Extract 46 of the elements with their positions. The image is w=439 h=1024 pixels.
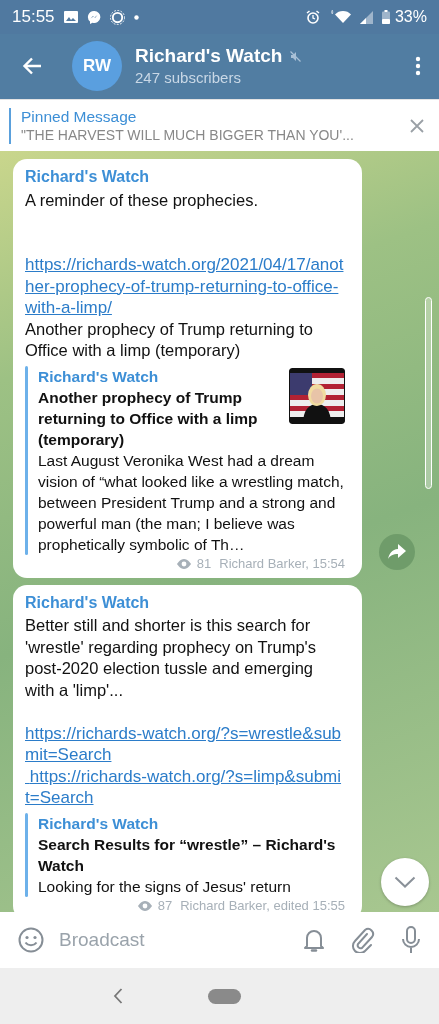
- emoji-icon[interactable]: [18, 927, 44, 953]
- view-count: 87: [157, 897, 173, 912]
- battery-percent: 33%: [394, 8, 427, 26]
- scroll-down-button[interactable]: [381, 858, 429, 906]
- preview-site-name: Richard's Watch: [38, 813, 160, 834]
- image-icon: [63, 11, 78, 23]
- status-time: 15:55: [12, 7, 55, 27]
- message-text: A reminder of these prophecies.: [25, 189, 259, 211]
- battery-icon: [381, 10, 390, 24]
- more-dots-icon: [415, 55, 421, 76]
- sender-name: Richard's Watch: [25, 167, 151, 187]
- message-link[interactable]: https://richards-watch.org/2021/04/17/another-prophecy-of-trump-returning-to-office-with-a-limp/: [25, 254, 345, 319]
- microphone-icon[interactable]: [401, 926, 421, 954]
- home-pill[interactable]: [208, 988, 241, 1004]
- views-eye-icon: [175, 558, 192, 569]
- signal-icon: [359, 10, 373, 24]
- channel-avatar[interactable]: RW: [72, 40, 122, 91]
- pinned-label: Pinned Message: [21, 108, 138, 126]
- close-icon[interactable]: [410, 118, 424, 133]
- back-arrow-icon: [22, 56, 42, 75]
- message-link[interactable]: https://richards-watch.org/?s=limp&submit=Search: [25, 765, 345, 809]
- nav-back-icon[interactable]: [112, 988, 123, 1004]
- preview-title: Another prophecy of Trump returning to Office with a limp (temporary): [38, 387, 259, 450]
- preview-site-name: Richard's Watch: [38, 366, 160, 387]
- subscriber-count: 247 subscribers: [135, 69, 242, 86]
- share-button[interactable]: [379, 533, 415, 570]
- preview-description: Looking for the signs of Jesus' return: [38, 876, 292, 897]
- preview-title: Search Results for “wrestle” – Richard's Watch: [38, 834, 337, 876]
- wifi-icon: [328, 10, 351, 24]
- message-text: Better still and shorter is this search for 'wrestle' regarding prophecy on Trump's post-2020 election tussle and emerging with a 'limp'...: [25, 615, 317, 701]
- pinned-text: "THE HARVEST WILL MUCH BIGGER THAN YOU'...: [21, 127, 355, 143]
- sender-name: Richard's Watch: [25, 592, 151, 613]
- paperclip-icon[interactable]: [351, 927, 375, 953]
- preview-description: Last August Veronika West had a dream vision of “what looked like a wrestling match, between President Trump and a strong and powerful man (the man; I believe was prophetically symbolic of Th…: [38, 450, 345, 555]
- share-arrow-icon: [388, 544, 406, 559]
- message-author-time: Richard Barker, edited 15:55: [180, 897, 345, 912]
- alarm-icon: [305, 10, 320, 24]
- sun-icon: [109, 9, 125, 25]
- chevron-down-icon: [394, 876, 416, 888]
- chat-bubble-icon: [86, 10, 101, 24]
- dot-icon: [133, 14, 139, 20]
- message-text: Another prophecy of Trump returning to Office with a limp (temporary): [25, 318, 314, 361]
- view-count: 81: [196, 555, 212, 572]
- bell-icon[interactable]: [303, 927, 325, 953]
- channel-title: Richard's Watch: [135, 45, 283, 67]
- message-author-time: Richard Barker, 15:54: [219, 555, 345, 572]
